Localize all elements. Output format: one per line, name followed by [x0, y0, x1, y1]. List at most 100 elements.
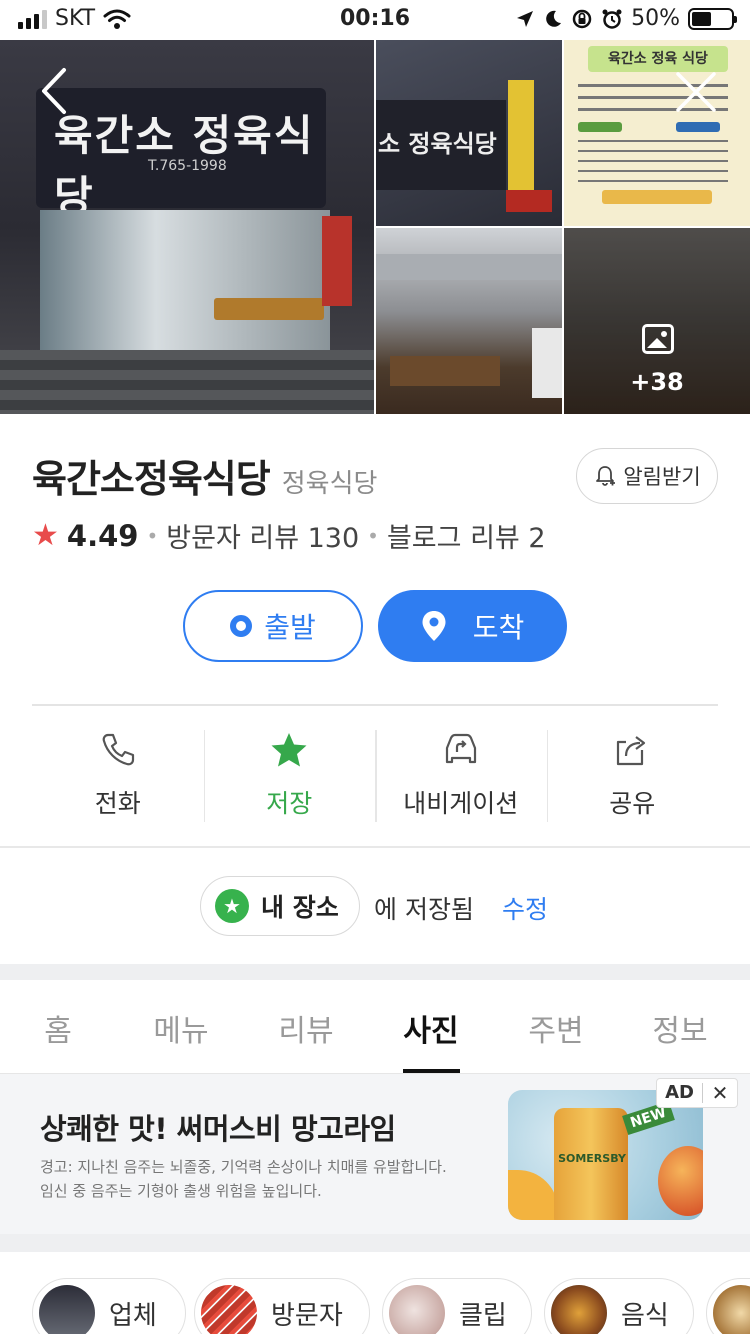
edit-link[interactable]: 수정	[502, 890, 548, 926]
saved-status-row: ★ 내 장소 에 저장됨 수정	[0, 876, 750, 936]
car-turn-icon	[445, 733, 476, 764]
photo-thumb-menu[interactable]: 육간소 정육 식당	[564, 40, 750, 226]
rotation-lock-icon	[572, 9, 592, 28]
map-pin-icon	[422, 611, 446, 641]
star-filled-icon	[271, 733, 307, 767]
ad-label: AD	[657, 1083, 703, 1103]
ad-banner[interactable]: 상쾌한 맛! 써머스비 망고라임 경고: 지나친 음주는 뇌졸중, 기억력 손상…	[0, 1074, 750, 1234]
tab-reviews[interactable]: 리뷰	[246, 1006, 366, 1050]
filter-chip-visitor[interactable]: 방문자	[194, 1278, 370, 1334]
depart-label: 출발	[264, 611, 316, 644]
can-brand-text: SOMERSBY	[558, 1152, 626, 1165]
filter-label: 업체	[109, 1300, 157, 1331]
fridge	[532, 328, 562, 398]
chip-thumbnail	[389, 1285, 445, 1334]
divider	[32, 704, 718, 706]
star-badge-icon: ★	[215, 889, 249, 923]
alarm-label: 알림받기	[623, 465, 701, 489]
depart-button[interactable]: 출발	[183, 590, 363, 662]
tab-bar: 홈 메뉴 리뷰 사진 주변 정보	[0, 980, 750, 1074]
filter-chip-food[interactable]: 음식	[544, 1278, 694, 1334]
rating-star-icon: ★	[32, 518, 59, 553]
share-label: 공유	[609, 789, 656, 818]
navigation-label: 내비게이션	[403, 789, 519, 818]
share-button[interactable]: 공유	[546, 730, 719, 822]
chip-thumbnail	[713, 1285, 750, 1334]
active-tab-indicator	[403, 1069, 460, 1073]
origin-dot-icon	[230, 615, 253, 637]
save-label: 저장	[266, 789, 313, 818]
table	[390, 356, 500, 386]
location-arrow-icon	[517, 10, 534, 27]
menu-section-tag	[676, 122, 720, 132]
blog-reviews-link[interactable]: 블로그 리뷰 2	[387, 516, 546, 555]
steps	[0, 350, 374, 414]
thumb-sign-text: 소 정육식당	[378, 129, 497, 158]
ad-warning-line-2: 임신 중 음주는 기형아 출생 위험을 높입니다.	[40, 1182, 322, 1200]
ad-warning-line-1: 경고: 지나친 음주는 뇌졸중, 기억력 손상이나 치매를 유발합니다.	[40, 1158, 447, 1176]
tab-menu[interactable]: 메뉴	[121, 1006, 241, 1050]
separator-dot: •	[146, 523, 159, 548]
cider-can: SOMERSBY	[554, 1108, 628, 1220]
mango	[658, 1146, 703, 1216]
tab-home[interactable]: 홈	[0, 1006, 118, 1050]
photo-thumb-1[interactable]: 소 정육식당	[376, 40, 562, 226]
red-box	[506, 190, 552, 212]
tab-nearby[interactable]: 주변	[496, 1006, 616, 1050]
bell-plus-icon	[596, 466, 616, 486]
filter-chip-more[interactable]	[706, 1278, 750, 1334]
status-right: 50%	[515, 6, 737, 31]
ad-product-image: SOMERSBY NEW	[508, 1090, 703, 1220]
share-icon	[617, 736, 646, 766]
more-photos-count: +38	[630, 368, 684, 396]
place-category: 정육식당	[281, 469, 378, 499]
image-icon	[642, 324, 674, 354]
storefront-door	[40, 210, 330, 350]
ad-badge: AD ✕	[656, 1078, 738, 1108]
tab-photos[interactable]: 사진	[371, 1006, 491, 1050]
photo-more[interactable]: +38	[564, 228, 750, 414]
filter-label: 클립	[459, 1300, 507, 1331]
back-chevron-icon[interactable]	[38, 66, 72, 116]
saved-text: 에 저장됨	[374, 895, 474, 924]
navigation-button[interactable]: 내비게이션	[375, 730, 547, 822]
rating-score: 4.49	[66, 518, 139, 553]
ceiling-duct	[376, 254, 562, 280]
storefront-sign: 육간소 정육식당 T.765-1998	[36, 88, 326, 221]
place-title-row: 육간소정육식당 정육식당	[32, 448, 377, 503]
visitor-reviews-link[interactable]: 방문자 리뷰 130	[166, 516, 359, 555]
status-bar: SKT 00:16 50%	[0, 0, 750, 40]
alarm-icon	[602, 9, 622, 29]
photo-gallery: 육간소 정육식당 T.765-1998 소 정육식당 육간소 정육 식당 +38	[0, 40, 750, 414]
bench	[214, 298, 324, 320]
save-button[interactable]: 저장	[203, 730, 376, 822]
mango-slice	[508, 1170, 558, 1220]
rating-row: ★ 4.49 • 방문자 리뷰 130 • 블로그 리뷰 2	[32, 516, 546, 555]
arrive-button[interactable]: 도착	[378, 590, 567, 662]
filter-chip-business[interactable]: 업체	[32, 1278, 186, 1334]
filter-chip-clip[interactable]: 클립	[382, 1278, 532, 1334]
section-gap	[0, 964, 750, 980]
yellow-banner	[508, 80, 534, 190]
red-banner	[322, 216, 352, 306]
battery-icon	[688, 7, 737, 30]
action-row: 전화 저장 내비게이션 공유	[32, 730, 718, 822]
my-places-chip[interactable]: ★ 내 장소	[200, 876, 360, 936]
call-button[interactable]: 전화	[32, 730, 204, 822]
photo-thumb-interior[interactable]	[376, 228, 562, 414]
battery-percent: 50%	[631, 6, 680, 31]
menu-footer-band	[602, 190, 712, 204]
menu-section-tag	[578, 122, 622, 132]
tab-info[interactable]: 정보	[620, 1006, 740, 1050]
alarm-subscribe-button[interactable]: 알림받기	[576, 448, 718, 504]
ad-title: 상쾌한 맛! 써머스비 망고라임	[40, 1112, 396, 1146]
filter-label: 음식	[621, 1300, 669, 1331]
ad-close-icon[interactable]: ✕	[703, 1081, 737, 1105]
photo-filter-chips: 업체 방문자 클립 음식	[0, 1252, 750, 1334]
my-places-label: 내 장소	[261, 893, 339, 922]
chip-thumbnail	[201, 1285, 257, 1334]
close-icon[interactable]	[674, 70, 718, 114]
thumb-sign: 소 정육식당	[376, 100, 506, 190]
section-gap	[0, 1234, 750, 1252]
phone-icon	[102, 733, 134, 766]
